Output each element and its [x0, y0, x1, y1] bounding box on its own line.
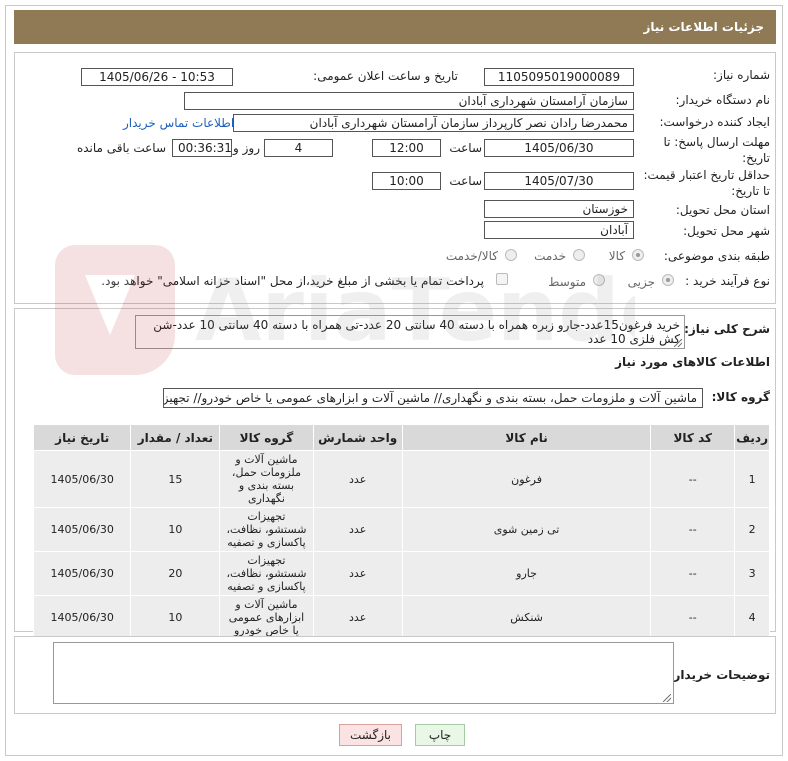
- resize-grip-icon[interactable]: [663, 694, 671, 702]
- item-name: شنکش: [401, 595, 652, 640]
- announce-date-field: 1405/06/26 - 10:53: [81, 68, 233, 86]
- category-goods-service-label: کالا/خدمت: [445, 249, 498, 263]
- row-number: 1: [734, 450, 770, 508]
- process-medium-radio[interactable]: [593, 274, 605, 286]
- item-unit: عدد: [312, 551, 403, 596]
- row-number: 2: [734, 507, 770, 552]
- province-field: خوزستان: [484, 200, 634, 218]
- item-name: فرغون: [401, 450, 652, 508]
- buyer-notes-label: توضیحات خریدار:: [668, 668, 770, 682]
- item-group: ماشین آلات و ملزومات حمل، بسته بندی و نگ…: [219, 450, 314, 508]
- need-number-label: شماره نیاز:: [713, 68, 770, 82]
- print-button[interactable]: چاپ: [415, 724, 465, 746]
- item-group: ماشین آلات و ابزارهای عمومی یا خاص خودرو: [219, 595, 314, 640]
- price-validity-label-line2: تا تاریخ:: [731, 184, 770, 198]
- process-minor-label: جزیی: [627, 275, 655, 289]
- col-need-date: تاریخ نیاز: [32, 424, 132, 451]
- item-need-date: 1405/06/30: [32, 507, 132, 552]
- buyer-org-field: سازمان آرامستان شهرداری آبادان: [184, 92, 634, 110]
- goods-table: ردیف کد کالا نام کالا واحد شمارش گروه کا…: [32, 424, 770, 640]
- buyer-contact-link[interactable]: اطلاعات تماس خریدار: [123, 116, 234, 130]
- item-quantity: 20: [130, 551, 221, 596]
- item-code: --: [650, 551, 736, 596]
- city-label: شهر محل تحویل:: [683, 224, 770, 238]
- treasury-checkbox[interactable]: [496, 273, 508, 285]
- item-quantity: 10: [130, 507, 221, 552]
- province-label: استان محل تحویل:: [675, 203, 770, 217]
- table-row: 4 -- شنکش عدد ماشین آلات و ابزارهای عموم…: [32, 595, 770, 640]
- item-quantity: 15: [130, 450, 221, 508]
- deadline-time-label: ساعت: [449, 141, 482, 155]
- goods-table-header: ردیف کد کالا نام کالا واحد شمارش گروه کا…: [32, 424, 770, 451]
- item-need-date: 1405/06/30: [32, 450, 132, 508]
- item-unit: عدد: [312, 595, 403, 640]
- back-button[interactable]: بازگشت: [339, 724, 402, 746]
- category-service-label: خدمت: [534, 249, 566, 263]
- item-name: جارو: [401, 551, 652, 596]
- col-row-number: ردیف: [734, 424, 770, 451]
- item-unit: عدد: [312, 507, 403, 552]
- treasury-note: پرداخت تمام یا بخشی از مبلغ خرید،از محل …: [101, 274, 484, 288]
- buyer-org-label: نام دستگاه خریدار:: [675, 93, 771, 107]
- table-row: 1 -- فرغون عدد ماشین آلات و ملزومات حمل،…: [32, 450, 770, 508]
- col-unit: واحد شمارش: [312, 424, 403, 451]
- remaining-days-field: 4: [264, 139, 333, 157]
- price-validity-time-field: 10:00: [372, 172, 441, 190]
- description-textarea[interactable]: خرید فرغون15عدد-جارو زبره همراه با دسته …: [135, 315, 685, 349]
- process-type-label: نوع فرآیند خرید :: [685, 274, 770, 288]
- item-group: تجهیزات شستشو، نظافت، پاکسازی و تصفیه: [219, 551, 314, 596]
- col-item-group: گروه کالا: [219, 424, 314, 451]
- need-number-field: 1105095019000089: [484, 68, 634, 86]
- col-quantity: تعداد / مقدار: [130, 424, 221, 451]
- creator-field: محمدرضا رادان نصر کارپرداز سازمان آرامست…: [233, 114, 634, 132]
- item-code: --: [650, 595, 736, 640]
- remaining-time-field: 00:36:31: [172, 139, 232, 157]
- col-item-code: کد کالا: [650, 424, 736, 451]
- process-medium-label: متوسط: [548, 275, 586, 289]
- category-label: طبقه بندی موضوعی:: [663, 249, 770, 263]
- page-title: جزئیات اطلاعات نیاز: [14, 10, 776, 44]
- announce-date-label: تاریخ و ساعت اعلان عمومی:: [313, 69, 458, 83]
- creator-label: ایجاد کننده درخواست:: [659, 115, 770, 129]
- table-row: 2 -- تی زمین شوی عدد تجهیزات شستشو، نظاف…: [32, 507, 770, 552]
- category-goods-radio[interactable]: [632, 249, 644, 261]
- deadline-label-line1: مهلت ارسال پاسخ: تا: [663, 135, 770, 149]
- days-label: روز و: [233, 141, 260, 155]
- item-code: --: [650, 507, 736, 552]
- row-number: 3: [734, 551, 770, 596]
- item-code: --: [650, 450, 736, 508]
- category-goods-label: کالا: [608, 249, 625, 263]
- city-field: آبادان: [484, 221, 634, 239]
- price-validity-label-line1: حداقل تاریخ اعتبار قیمت:: [643, 168, 770, 182]
- goods-group-field: ماشین آلات و ملزومات حمل، بسته بندی و نگ…: [163, 388, 703, 408]
- price-validity-label: حداقل تاریخ اعتبار قیمت: تا تاریخ:: [643, 167, 770, 199]
- goods-group-label: گروه کالا:: [711, 390, 770, 404]
- item-need-date: 1405/06/30: [32, 551, 132, 596]
- deadline-label: مهلت ارسال پاسخ: تا تاریخ:: [663, 134, 770, 166]
- goods-section-title: اطلاعات کالاهای مورد نیاز: [615, 355, 770, 369]
- deadline-time-field: 12:00: [372, 139, 441, 157]
- description-label: شرح کلی نیاز:: [684, 322, 770, 336]
- table-row: 3 -- جارو عدد تجهیزات شستشو، نظافت، پاکس…: [32, 551, 770, 596]
- remaining-time-label: ساعت باقی مانده: [76, 141, 166, 155]
- item-name: تی زمین شوی: [401, 507, 652, 552]
- description-text: خرید فرغون15عدد-جارو زبره همراه با دسته …: [153, 318, 680, 346]
- process-minor-radio[interactable]: [662, 274, 674, 286]
- row-number: 4: [734, 595, 770, 640]
- price-validity-date-field: 1405/07/30: [484, 172, 634, 190]
- col-item-name: نام کالا: [401, 424, 652, 451]
- price-validity-time-label: ساعت: [449, 174, 482, 188]
- item-quantity: 10: [130, 595, 221, 640]
- item-need-date: 1405/06/30: [32, 595, 132, 640]
- item-group: تجهیزات شستشو، نظافت، پاکسازی و تصفیه: [219, 507, 314, 552]
- deadline-label-line2: تاریخ:: [742, 151, 770, 165]
- buyer-notes-textarea[interactable]: [53, 642, 674, 704]
- category-service-radio[interactable]: [573, 249, 585, 261]
- category-goods-service-radio[interactable]: [505, 249, 517, 261]
- resize-grip-icon[interactable]: [674, 339, 682, 347]
- deadline-date-field: 1405/06/30: [484, 139, 634, 157]
- item-unit: عدد: [312, 450, 403, 508]
